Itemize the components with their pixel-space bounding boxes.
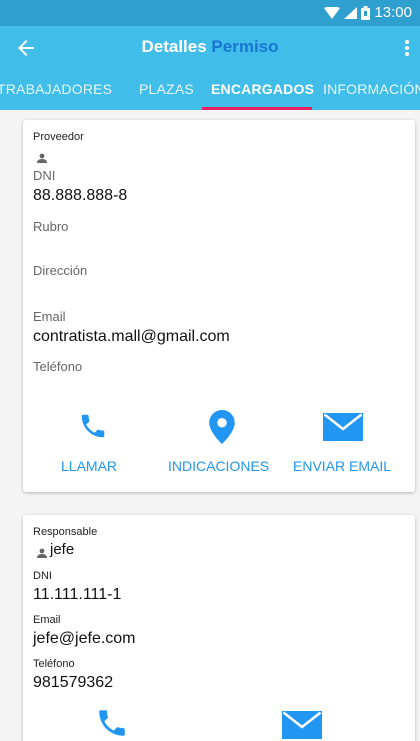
dni-label: DNI xyxy=(33,168,56,183)
send-email-button[interactable]: ENVIAR EMAIL xyxy=(293,458,391,474)
email-label: Email xyxy=(33,309,66,324)
status-bar: 13:00 xyxy=(0,0,420,26)
phone-icon[interactable] xyxy=(95,706,129,740)
app-bar: Detalles Permiso xyxy=(0,26,420,70)
wifi-icon xyxy=(324,6,341,19)
telefono-value: 981579362 xyxy=(33,674,114,691)
person-icon xyxy=(37,150,47,163)
dni-value: 11.111.111-1 xyxy=(33,586,122,603)
signal-icon xyxy=(344,6,358,19)
direccion-label: Dirección xyxy=(33,263,88,278)
email-value: jefe@jefe.com xyxy=(33,630,136,647)
battery-icon xyxy=(361,5,371,20)
tab-trabajadores[interactable]: TRABAJADORES xyxy=(0,81,112,97)
page-title: Detalles Permiso xyxy=(141,37,279,56)
responsable-heading: Responsable xyxy=(33,526,98,538)
responsable-card: Responsable jefe DNI 11.111.111-1 Email … xyxy=(23,515,415,741)
more-vert-icon[interactable] xyxy=(404,36,410,60)
tab-bar: TRABAJADORES PLAZAS ENCARGADOS INFORMACI… xyxy=(0,70,420,110)
dni-label: DNI xyxy=(33,570,52,582)
email-value: contratista.mall@gmail.com xyxy=(33,328,230,345)
rubro-label: Rubro xyxy=(33,219,69,234)
proveedor-heading: Proveedor xyxy=(33,131,84,143)
tab-plazas[interactable]: PLAZAS xyxy=(139,81,194,97)
email-icon[interactable] xyxy=(323,413,363,441)
location-pin-icon[interactable] xyxy=(209,410,235,444)
directions-button[interactable]: INDICACIONES xyxy=(168,458,269,474)
email-label: Email xyxy=(33,614,61,626)
responsable-name: jefe xyxy=(50,541,75,558)
person-icon xyxy=(37,545,47,558)
email-icon[interactable] xyxy=(282,711,322,739)
tab-encargados[interactable]: ENCARGADOS xyxy=(211,81,314,97)
tab-informacion[interactable]: INFORMACIÓN xyxy=(323,81,420,97)
dni-value: 88.888.888-8 xyxy=(33,187,128,204)
proveedor-card: Proveedor DNI 88.888.888-8 Rubro Direcci… xyxy=(23,120,415,492)
telefono-label: Teléfono xyxy=(33,359,83,374)
call-button[interactable]: LLAMAR xyxy=(61,458,117,474)
phone-icon[interactable] xyxy=(78,410,108,442)
telefono-label: Teléfono xyxy=(33,658,75,670)
content-area: Proveedor DNI 88.888.888-8 Rubro Direcci… xyxy=(0,110,420,741)
status-time: 13:00 xyxy=(374,4,412,21)
